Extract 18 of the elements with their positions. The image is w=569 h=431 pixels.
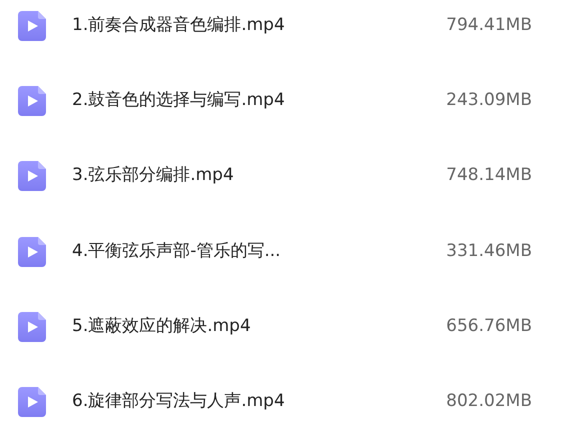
file-name[interactable]: 6.旋律部分写法与人声.mp4 [72,389,412,415]
video-file-icon [18,387,46,418]
file-name[interactable]: 3.弦乐部分编排.mp4 [72,163,412,189]
video-file-icon [18,236,46,267]
video-file-icon [18,86,46,116]
file-name[interactable]: 5.遮蔽效应的解决.mp4 [72,314,412,340]
file-name[interactable]: 4.平衡弦乐声部-管乐的写... [72,238,412,264]
file-size: 656.76MB [445,315,532,338]
file-size: 243.09MB [445,89,532,112]
video-file-icon [18,312,46,342]
file-size: 331.46MB [445,240,532,263]
file-name[interactable]: 2.鼓音色的选择与编写.mp4 [72,88,412,114]
file-size: 802.02MB [445,390,532,414]
video-file-icon [18,10,46,41]
file-name[interactable]: 1.前奏合成器音色编排.mp4 [72,12,412,38]
file-size: 794.41MB [445,14,532,37]
video-file-icon [18,161,46,192]
file-size: 748.14MB [445,164,532,188]
